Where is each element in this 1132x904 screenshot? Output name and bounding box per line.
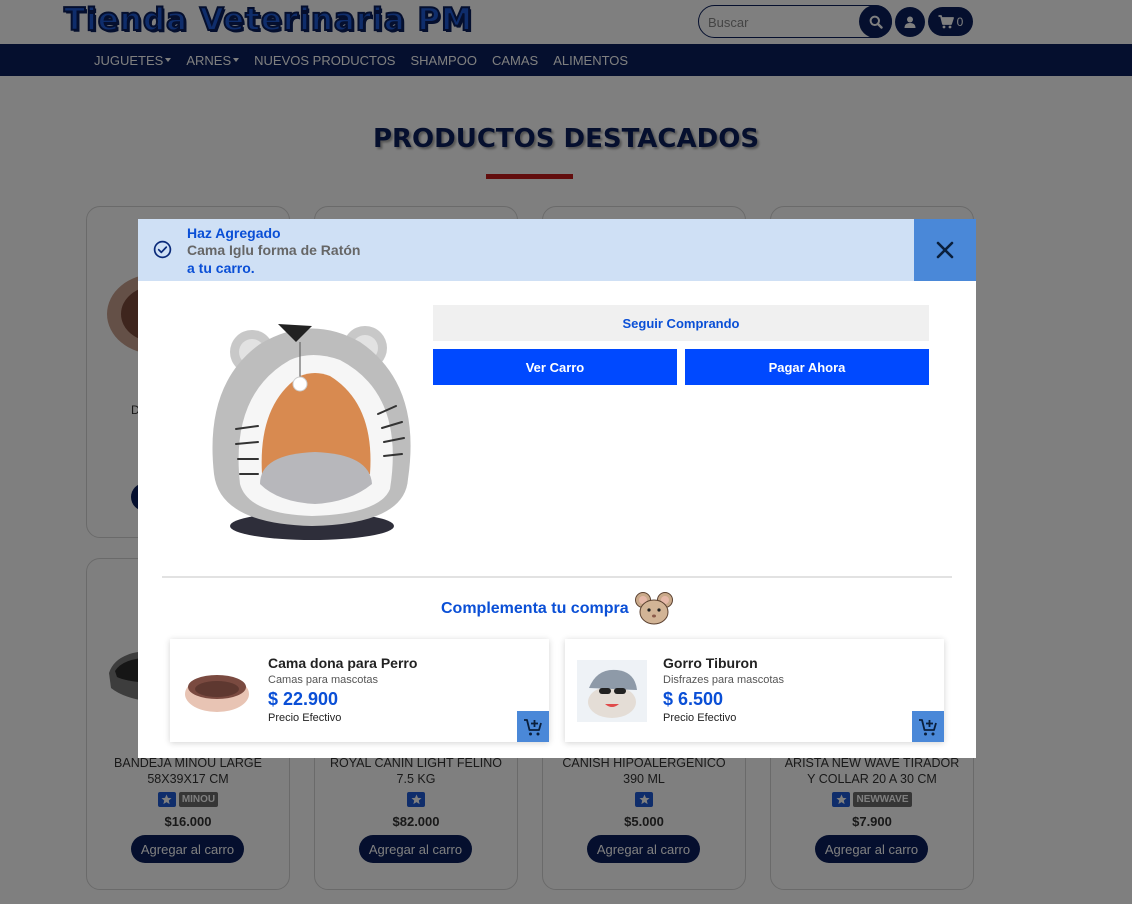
cart-add-icon xyxy=(919,718,937,735)
cart-add-icon xyxy=(524,718,542,735)
close-modal-button[interactable] xyxy=(914,219,976,281)
close-icon xyxy=(936,241,954,259)
divider xyxy=(162,576,952,578)
recommendation-card[interactable]: Gorro Tiburon Disfrazes para mascotas $ … xyxy=(565,639,944,742)
added-product-name: Cama Iglu forma de Ratón xyxy=(187,242,361,258)
product-image xyxy=(212,324,411,540)
recommendation-category: Disfrazes para mascotas xyxy=(663,674,785,686)
recommendation-price-note: Precio Efectivo xyxy=(268,712,342,724)
view-cart-button[interactable]: Ver Carro xyxy=(433,349,677,385)
recommendation-price-note: Precio Efectivo xyxy=(663,712,737,724)
recommendation-name: Cama dona para Perro xyxy=(268,655,418,671)
keep-shopping-button[interactable]: Seguir Comprando xyxy=(433,305,929,341)
mouse-icon xyxy=(635,592,673,625)
product-thumbnail xyxy=(185,675,249,712)
complement-title: Complementa tu compra xyxy=(441,600,629,617)
recommendation-name: Gorro Tiburon xyxy=(663,655,758,671)
pay-now-button[interactable]: Pagar Ahora xyxy=(685,349,929,385)
recommendation-card[interactable]: Cama dona para Perro Camas para mascotas… xyxy=(170,639,549,742)
product-thumbnail xyxy=(577,660,647,722)
added-message: Haz Agregado xyxy=(187,225,281,241)
added-to-cart-modal: Haz Agregado Cama Iglu forma de Ratón a … xyxy=(138,219,976,758)
check-circle-icon xyxy=(153,240,172,259)
added-message-suffix: a tu carro. xyxy=(187,260,255,276)
recommendation-price: $ 6.500 xyxy=(663,689,724,709)
add-to-cart-button[interactable] xyxy=(912,711,944,742)
recommendation-category: Camas para mascotas xyxy=(268,674,379,686)
recommendation-price: $ 22.900 xyxy=(268,689,339,709)
modal-header: Haz Agregado Cama Iglu forma de Ratón a … xyxy=(138,219,976,281)
add-to-cart-button[interactable] xyxy=(517,711,549,742)
